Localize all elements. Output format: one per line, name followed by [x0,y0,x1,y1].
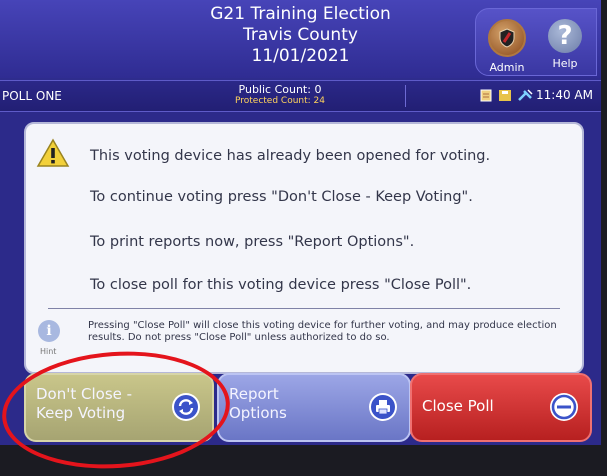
status-divider [405,85,406,107]
message-line-close: To close poll for this voting device pre… [90,277,472,293]
keep-voting-label: Don't Close - Keep Voting [36,385,132,423]
save-icon [498,89,512,102]
admin-button[interactable]: Admin [480,13,534,74]
report-options-label: Report Options [229,385,287,423]
header: G21 Training Election Travis County 11/0… [0,0,601,78]
message-line-reports: To print reports now, press "Report Opti… [90,234,415,250]
clock-time: 11:40 AM [536,88,593,102]
admin-label: Admin [489,61,525,74]
keep-voting-label-line2: Keep Voting [36,404,126,422]
counts: Public Count: 0 Protected Count: 24 [180,83,380,107]
protected-count: Protected Count: 24 [234,96,325,106]
hint-label: Hint [40,347,57,356]
printer-icon [369,393,397,421]
warning-icon [36,138,70,172]
keep-voting-button[interactable]: Don't Close - Keep Voting [24,373,214,442]
close-poll-note: Pressing "Close Poll" will close this vo… [88,320,557,343]
message-panel: This voting device has already been open… [24,122,584,374]
status-bar: POLL ONE Public Count: 0 Protected Count… [0,80,601,112]
report-options-label-line2: Options [229,404,287,422]
document-icon [479,89,493,102]
power-plug-icon [517,88,533,102]
info-icon[interactable]: i [38,320,60,342]
question-icon: ? [548,19,582,53]
message-line-continue: To continue voting press "Don't Close - … [90,189,473,205]
poll-name: POLL ONE [2,89,62,103]
shield-icon [488,19,526,57]
report-options-button[interactable]: Report Options [217,373,411,442]
status-icons: 11:40 AM [479,88,593,102]
minus-circle-icon [550,393,578,421]
keep-voting-label-line1: Don't Close - [36,385,133,403]
voting-screen: G21 Training Election Travis County 11/0… [0,0,601,445]
close-poll-button[interactable]: Close Poll [410,373,592,442]
help-label: Help [552,57,578,70]
message-line-opened: This voting device has already been open… [90,148,491,164]
refresh-icon [172,393,200,421]
help-button[interactable]: ? Help [538,13,592,73]
top-buttons: Admin ? Help [475,8,597,76]
divider [48,308,560,309]
public-count: Public Count: 0 [238,83,322,96]
close-poll-label: Close Poll [422,397,494,415]
report-options-label-line1: Report [229,385,279,403]
